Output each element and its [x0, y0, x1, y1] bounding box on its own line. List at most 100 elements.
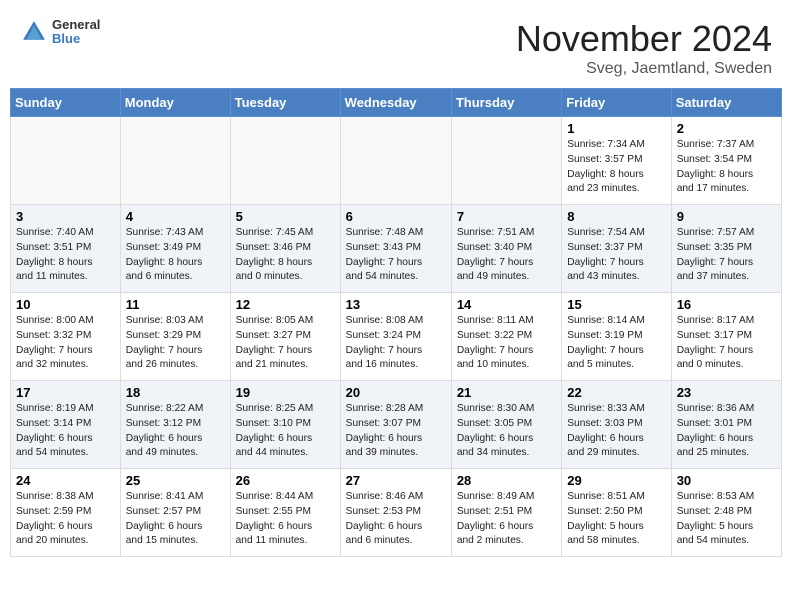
day-info: Sunrise: 8:36 AM Sunset: 3:01 PM Dayligh… — [677, 403, 755, 458]
day-cell: 16 Sunrise: 8:17 AM Sunset: 3:17 PM Dayli… — [671, 293, 781, 381]
day-number: 18 — [126, 385, 225, 400]
day-cell: 7Sunrise: 7:51 AM Sunset: 3:40 PM Daylig… — [451, 205, 561, 293]
location: Sveg, Jaemtland, Sweden — [516, 60, 772, 78]
day-cell: 20 Sunrise: 8:28 AM Sunset: 3:07 PM Dayli… — [340, 381, 451, 469]
col-header-saturday: Saturday — [671, 89, 781, 117]
day-number: 16 — [677, 297, 776, 312]
day-cell — [230, 117, 340, 205]
day-cell: 5Sunrise: 7:45 AM Sunset: 3:46 PM Daylig… — [230, 205, 340, 293]
day-info: Sunrise: 7:40 AM Sunset: 3:51 PM Dayligh… — [16, 227, 94, 282]
week-row-3: 10Sunrise: 8:00 AM Sunset: 3:32 PM Dayli… — [11, 293, 782, 381]
page-header: General Blue November 2024 Sveg, Jaemtla… — [0, 0, 792, 88]
col-header-monday: Monday — [120, 89, 230, 117]
day-cell: 10Sunrise: 8:00 AM Sunset: 3:32 PM Dayli… — [11, 293, 121, 381]
day-info: Sunrise: 8:03 AM Sunset: 3:29 PM Dayligh… — [126, 315, 204, 370]
day-cell: 26 Sunrise: 8:44 AM Sunset: 2:55 PM Dayli… — [230, 469, 340, 557]
week-row-4: 17 Sunrise: 8:19 AM Sunset: 3:14 PM Dayli… — [11, 381, 782, 469]
day-cell — [340, 117, 451, 205]
day-number: 17 — [16, 385, 115, 400]
day-number: 26 — [236, 473, 335, 488]
day-number: 13 — [346, 297, 446, 312]
day-number: 22 — [567, 385, 665, 400]
day-cell: 3 Sunrise: 7:40 AM Sunset: 3:51 PM Daylig… — [11, 205, 121, 293]
logo-text: General Blue — [52, 18, 100, 47]
day-info: Sunrise: 8:25 AM Sunset: 3:10 PM Dayligh… — [236, 403, 314, 458]
day-number: 29 — [567, 473, 665, 488]
day-number: 11 — [126, 297, 225, 312]
day-cell: 21 Sunrise: 8:30 AM Sunset: 3:05 PM Dayli… — [451, 381, 561, 469]
day-number: 1 — [567, 121, 665, 136]
day-cell — [451, 117, 561, 205]
day-cell: 8 Sunrise: 7:54 AM Sunset: 3:37 PM Daylig… — [562, 205, 671, 293]
day-cell: 30 Sunrise: 8:53 AM Sunset: 2:48 PM Dayli… — [671, 469, 781, 557]
day-info: Sunrise: 8:17 AM Sunset: 3:17 PM Dayligh… — [677, 315, 755, 370]
day-info: Sunrise: 8:19 AM Sunset: 3:14 PM Dayligh… — [16, 403, 94, 458]
day-info: Sunrise: 8:53 AM Sunset: 2:48 PM Dayligh… — [677, 491, 755, 546]
day-number: 15 — [567, 297, 665, 312]
day-cell: 9 Sunrise: 7:57 AM Sunset: 3:35 PM Daylig… — [671, 205, 781, 293]
calendar-wrapper: SundayMondayTuesdayWednesdayThursdayFrid… — [0, 88, 792, 567]
day-cell: 12 Sunrise: 8:05 AM Sunset: 3:27 PM Dayli… — [230, 293, 340, 381]
day-info: Sunrise: 8:41 AM Sunset: 2:57 PM Dayligh… — [126, 491, 204, 546]
day-number: 4 — [126, 209, 225, 224]
day-info: Sunrise: 7:34 AM Sunset: 3:57 PM Dayligh… — [567, 139, 645, 194]
day-info: Sunrise: 8:28 AM Sunset: 3:07 PM Dayligh… — [346, 403, 424, 458]
day-cell: 25 Sunrise: 8:41 AM Sunset: 2:57 PM Dayli… — [120, 469, 230, 557]
day-number: 20 — [346, 385, 446, 400]
day-info: Sunrise: 7:54 AM Sunset: 3:37 PM Dayligh… — [567, 227, 645, 282]
week-row-1: 1 Sunrise: 7:34 AM Sunset: 3:57 PM Daylig… — [11, 117, 782, 205]
col-header-friday: Friday — [562, 89, 671, 117]
day-info: Sunrise: 8:14 AM Sunset: 3:19 PM Dayligh… — [567, 315, 645, 370]
day-number: 12 — [236, 297, 335, 312]
logo-icon — [20, 18, 48, 46]
day-number: 6 — [346, 209, 446, 224]
day-number: 25 — [126, 473, 225, 488]
day-cell: 28Sunrise: 8:49 AM Sunset: 2:51 PM Dayli… — [451, 469, 561, 557]
day-number: 8 — [567, 209, 665, 224]
day-number: 28 — [457, 473, 556, 488]
title-block: November 2024 Sveg, Jaemtland, Sweden — [516, 18, 772, 78]
day-cell: 23 Sunrise: 8:36 AM Sunset: 3:01 PM Dayli… — [671, 381, 781, 469]
day-info: Sunrise: 8:08 AM Sunset: 3:24 PM Dayligh… — [346, 315, 424, 370]
day-number: 21 — [457, 385, 556, 400]
day-info: Sunrise: 8:46 AM Sunset: 2:53 PM Dayligh… — [346, 491, 424, 546]
col-header-tuesday: Tuesday — [230, 89, 340, 117]
day-cell — [11, 117, 121, 205]
day-info: Sunrise: 7:45 AM Sunset: 3:46 PM Dayligh… — [236, 227, 314, 282]
day-cell: 29 Sunrise: 8:51 AM Sunset: 2:50 PM Dayli… — [562, 469, 671, 557]
day-info: Sunrise: 7:57 AM Sunset: 3:35 PM Dayligh… — [677, 227, 755, 282]
day-number: 24 — [16, 473, 115, 488]
week-row-2: 3 Sunrise: 7:40 AM Sunset: 3:51 PM Daylig… — [11, 205, 782, 293]
day-number: 19 — [236, 385, 335, 400]
day-cell: 17 Sunrise: 8:19 AM Sunset: 3:14 PM Dayli… — [11, 381, 121, 469]
day-cell: 4Sunrise: 7:43 AM Sunset: 3:49 PM Daylig… — [120, 205, 230, 293]
day-info: Sunrise: 7:37 AM Sunset: 3:54 PM Dayligh… — [677, 139, 755, 194]
logo: General Blue — [20, 18, 100, 47]
logo-general: General — [52, 18, 100, 32]
day-info: Sunrise: 8:22 AM Sunset: 3:12 PM Dayligh… — [126, 403, 204, 458]
day-cell: 13 Sunrise: 8:08 AM Sunset: 3:24 PM Dayli… — [340, 293, 451, 381]
day-info: Sunrise: 8:44 AM Sunset: 2:55 PM Dayligh… — [236, 491, 314, 546]
day-info: Sunrise: 8:30 AM Sunset: 3:05 PM Dayligh… — [457, 403, 535, 458]
day-cell: 2 Sunrise: 7:37 AM Sunset: 3:54 PM Daylig… — [671, 117, 781, 205]
week-row-5: 24 Sunrise: 8:38 AM Sunset: 2:59 PM Dayli… — [11, 469, 782, 557]
day-cell: 19 Sunrise: 8:25 AM Sunset: 3:10 PM Dayli… — [230, 381, 340, 469]
day-number: 9 — [677, 209, 776, 224]
day-number: 2 — [677, 121, 776, 136]
day-number: 30 — [677, 473, 776, 488]
day-info: Sunrise: 8:51 AM Sunset: 2:50 PM Dayligh… — [567, 491, 645, 546]
day-cell: 22Sunrise: 8:33 AM Sunset: 3:03 PM Dayli… — [562, 381, 671, 469]
day-cell: 27 Sunrise: 8:46 AM Sunset: 2:53 PM Dayli… — [340, 469, 451, 557]
day-info: Sunrise: 8:11 AM Sunset: 3:22 PM Dayligh… — [457, 315, 534, 370]
day-number: 3 — [16, 209, 115, 224]
day-cell: 14 Sunrise: 8:11 AM Sunset: 3:22 PM Dayli… — [451, 293, 561, 381]
day-info: Sunrise: 8:05 AM Sunset: 3:27 PM Dayligh… — [236, 315, 314, 370]
col-header-wednesday: Wednesday — [340, 89, 451, 117]
day-number: 14 — [457, 297, 556, 312]
col-header-sunday: Sunday — [11, 89, 121, 117]
day-number: 23 — [677, 385, 776, 400]
day-info: Sunrise: 7:51 AM Sunset: 3:40 PM Dayligh… — [457, 227, 535, 282]
day-number: 27 — [346, 473, 446, 488]
day-info: Sunrise: 8:38 AM Sunset: 2:59 PM Dayligh… — [16, 491, 94, 546]
day-cell: 1 Sunrise: 7:34 AM Sunset: 3:57 PM Daylig… — [562, 117, 671, 205]
